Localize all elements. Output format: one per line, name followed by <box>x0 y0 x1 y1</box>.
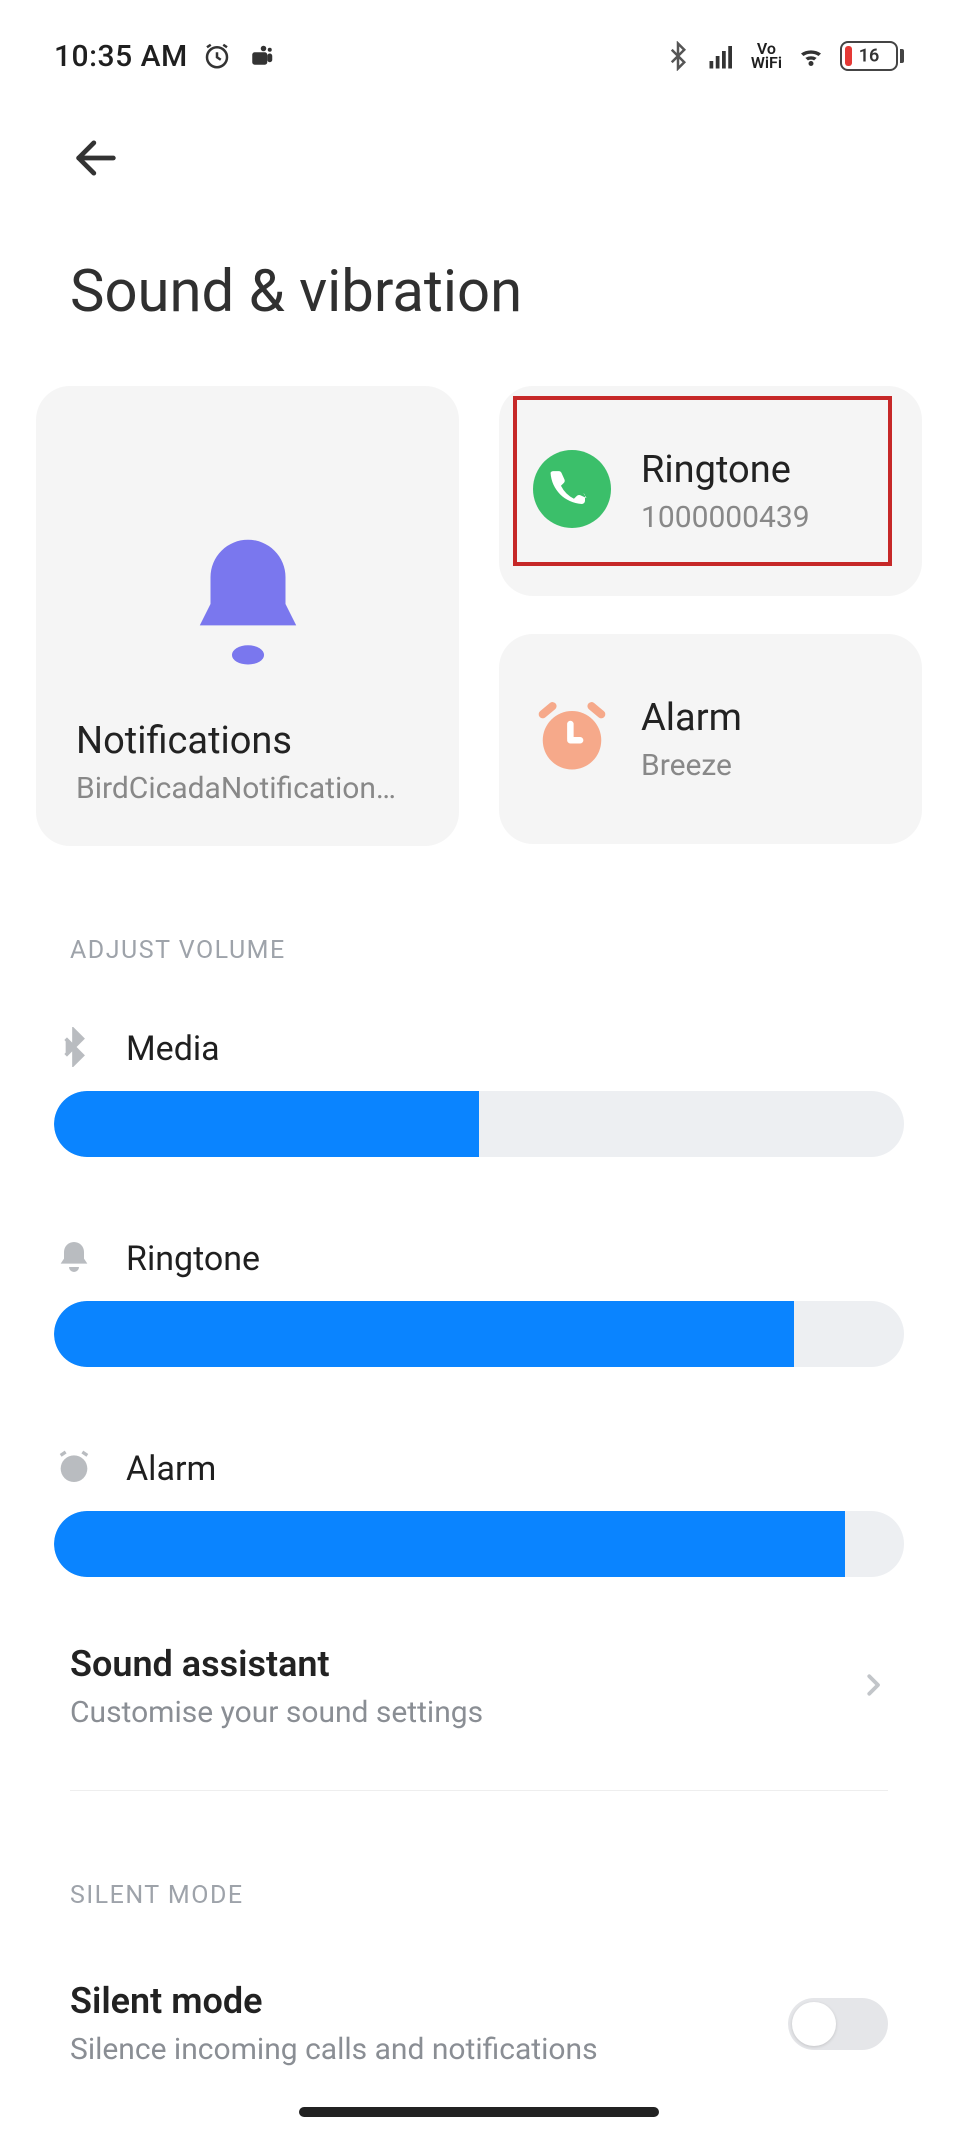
battery-percent: 16 <box>859 46 880 67</box>
row-sound-assistant[interactable]: Sound assistant Customise your sound set… <box>0 1577 958 1770</box>
volume-ringtone-fill <box>54 1301 794 1367</box>
row-sound-assistant-title: Sound assistant <box>70 1643 483 1685</box>
card-notifications[interactable]: Notifications BirdCicadaNotification… <box>36 386 459 846</box>
alarm-clock-icon <box>202 41 232 71</box>
bluetooth-icon <box>663 41 693 71</box>
alarm-icon <box>54 1447 94 1491</box>
teams-icon <box>246 41 276 71</box>
sound-cards: Notifications BirdCicadaNotification… Ri… <box>0 386 958 846</box>
volume-media: Media <box>0 995 958 1157</box>
volume-ringtone: Ringtone <box>0 1157 958 1367</box>
volume-media-label: Media <box>126 1029 220 1069</box>
card-alarm-subtitle: Breeze <box>641 748 888 783</box>
card-alarm-title: Alarm <box>641 696 888 740</box>
status-time: 10:35 AM <box>54 39 188 74</box>
card-ringtone-subtitle: 1000000439 <box>641 500 888 535</box>
bell-icon <box>54 1237 94 1281</box>
card-ringtone[interactable]: Ringtone 1000000439 <box>499 386 922 596</box>
volume-ringtone-label: Ringtone <box>126 1239 260 1279</box>
volume-alarm: Alarm <box>0 1367 958 1577</box>
row-sound-assistant-sub: Customise your sound settings <box>70 1695 483 1730</box>
status-bar-right: VoWiFi 16 <box>663 41 904 71</box>
volume-ringtone-slider[interactable] <box>54 1301 904 1367</box>
back-button[interactable] <box>70 169 122 188</box>
battery-indicator: 16 <box>840 41 904 71</box>
card-notifications-subtitle: BirdCicadaNotification… <box>76 771 419 806</box>
status-bar-left: 10:35 AM <box>54 39 276 74</box>
section-header-adjust-volume: Adjust volume <box>0 846 958 995</box>
phone-icon <box>533 450 611 532</box>
bluetooth-icon <box>54 1027 94 1071</box>
row-silent-mode[interactable]: Silent mode Silence incoming calls and n… <box>0 1940 958 2107</box>
volume-media-fill <box>54 1091 479 1157</box>
wifi-icon <box>796 41 826 71</box>
card-alarm[interactable]: Alarm Breeze <box>499 634 922 844</box>
silent-mode-toggle[interactable] <box>788 1998 888 2050</box>
volume-alarm-label: Alarm <box>126 1449 216 1489</box>
vowifi-indicator: VoWiFi <box>751 42 782 71</box>
alarm-icon <box>533 698 611 780</box>
volume-media-slider[interactable] <box>54 1091 904 1157</box>
row-silent-mode-sub: Silence incoming calls and notifications <box>70 2032 598 2067</box>
battery-level-fill <box>845 46 852 66</box>
card-ringtone-title: Ringtone <box>641 448 888 492</box>
toggle-knob <box>792 2002 836 2046</box>
chevron-right-icon <box>858 1670 888 1704</box>
card-notifications-title: Notifications <box>76 719 419 763</box>
status-bar: 10:35 AM VoWiFi <box>0 0 958 84</box>
row-silent-mode-title: Silent mode <box>70 1980 598 2022</box>
volume-alarm-slider[interactable] <box>54 1511 904 1577</box>
volume-alarm-fill <box>54 1511 845 1577</box>
page-title: Sound & vibration <box>0 188 958 386</box>
section-header-silent-mode: Silent mode <box>0 1791 958 1940</box>
navigation-bar[interactable] <box>299 2107 659 2117</box>
cell-signal-icon <box>707 41 737 71</box>
bell-icon <box>76 529 419 679</box>
